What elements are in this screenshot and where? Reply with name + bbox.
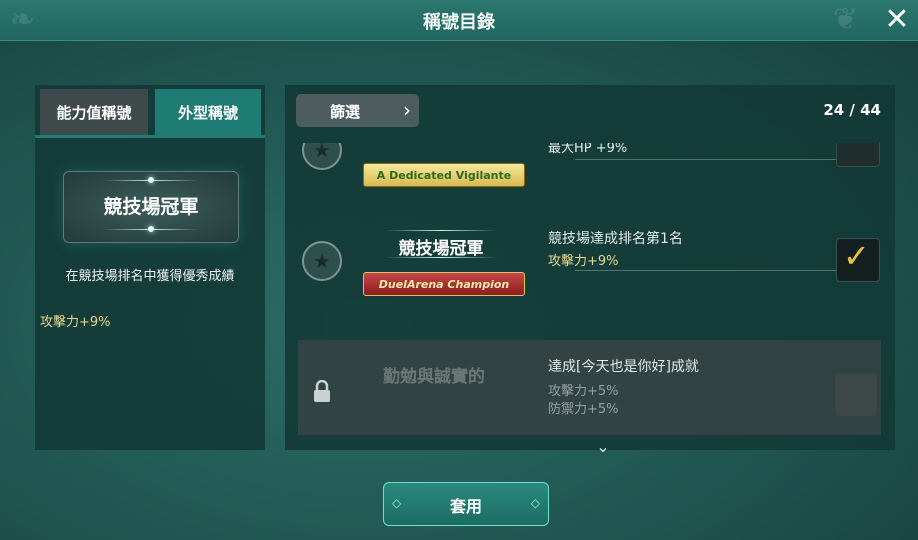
title-name: 勤勉與誠實的: [383, 367, 485, 387]
locked-list-item[interactable]: 勤勉與誠實的 達成[今天也是你好]成就 攻擊力+5% 防禦力+5%: [298, 340, 881, 435]
glow-line: [385, 230, 497, 231]
glow-dot: [148, 177, 154, 183]
title-stat: 防禦力+5%: [548, 402, 619, 417]
title-banner: DuelArena Champion: [363, 272, 525, 296]
chevron-right-icon: ›: [403, 98, 411, 122]
title-name: 競技場冠軍: [398, 239, 484, 259]
title-condition: 達成[今天也是你好]成就: [548, 359, 699, 375]
title-banner: A Dedicated Vigilante: [363, 163, 525, 187]
preview-stat: 攻擊力+9%: [40, 315, 111, 330]
page-title: 稱號目錄: [423, 12, 495, 33]
row-separator: [575, 159, 867, 160]
close-button[interactable]: ✕: [880, 1, 914, 37]
title-list-panel: 篩選 › 24 / 44 ★ 最大HP +9% A Dedicated Vigi…: [285, 85, 895, 450]
row-separator: [575, 270, 867, 271]
title-list[interactable]: ★ 最大HP +9% A Dedicated Vigilante ★ 競技場冠軍…: [285, 143, 895, 443]
glow-line: [385, 257, 497, 258]
equip-checkbox[interactable]: [836, 143, 880, 167]
star-icon: ★: [313, 143, 331, 162]
equip-checkbox[interactable]: ✓: [836, 237, 880, 282]
title-stat: 最大HP +9%: [548, 143, 628, 156]
filter-label: 篩選: [330, 103, 361, 121]
apply-label: 套用: [449, 497, 482, 516]
title-stat: 攻擊力+9%: [548, 254, 619, 269]
favorite-star-button[interactable]: ★: [302, 241, 342, 281]
checkmark-icon: ✓: [843, 237, 870, 275]
scroll-down-icon[interactable]: ⌄: [594, 437, 612, 456]
lock-icon: [314, 380, 330, 402]
preview-description: 在競技場排名中獲得優秀成績: [65, 269, 235, 284]
close-icon: ✕: [884, 1, 910, 37]
glow-dot: [148, 226, 154, 232]
tab-ability-titles[interactable]: 能力值稱號: [40, 89, 148, 135]
favorite-star-button[interactable]: ★: [302, 143, 342, 170]
filter-button[interactable]: 篩選 ›: [296, 94, 419, 127]
list-item[interactable]: ★ 最大HP +9% A Dedicated Vigilante: [285, 143, 895, 203]
apply-button[interactable]: ◇ 套用 ◇: [383, 482, 549, 526]
list-item[interactable]: ★ 競技場冠軍 DuelArena Champion 競技場達成排名第1名 攻擊…: [285, 228, 895, 318]
title-bar: ❧ ❦ 稱號目錄 ✕: [0, 0, 918, 41]
equip-checkbox-disabled: [835, 374, 877, 416]
diamond-ornament-icon: ◇: [530, 496, 540, 510]
tab-underline: [35, 135, 265, 138]
star-icon: ★: [313, 249, 331, 273]
left-panel: 能力值稱號 外型稱號 競技場冠軍 在競技場排名中獲得優秀成績 攻擊力+9%: [35, 85, 265, 450]
preview-title-name: 競技場冠軍: [103, 196, 199, 218]
title-count: 24 / 44: [823, 101, 881, 119]
tab-appearance-titles[interactable]: 外型稱號: [155, 89, 261, 135]
title-condition: 競技場達成排名第1名: [548, 231, 683, 247]
title-stat: 攻擊力+5%: [548, 384, 619, 399]
title-preview-card: 競技場冠軍: [63, 171, 239, 243]
